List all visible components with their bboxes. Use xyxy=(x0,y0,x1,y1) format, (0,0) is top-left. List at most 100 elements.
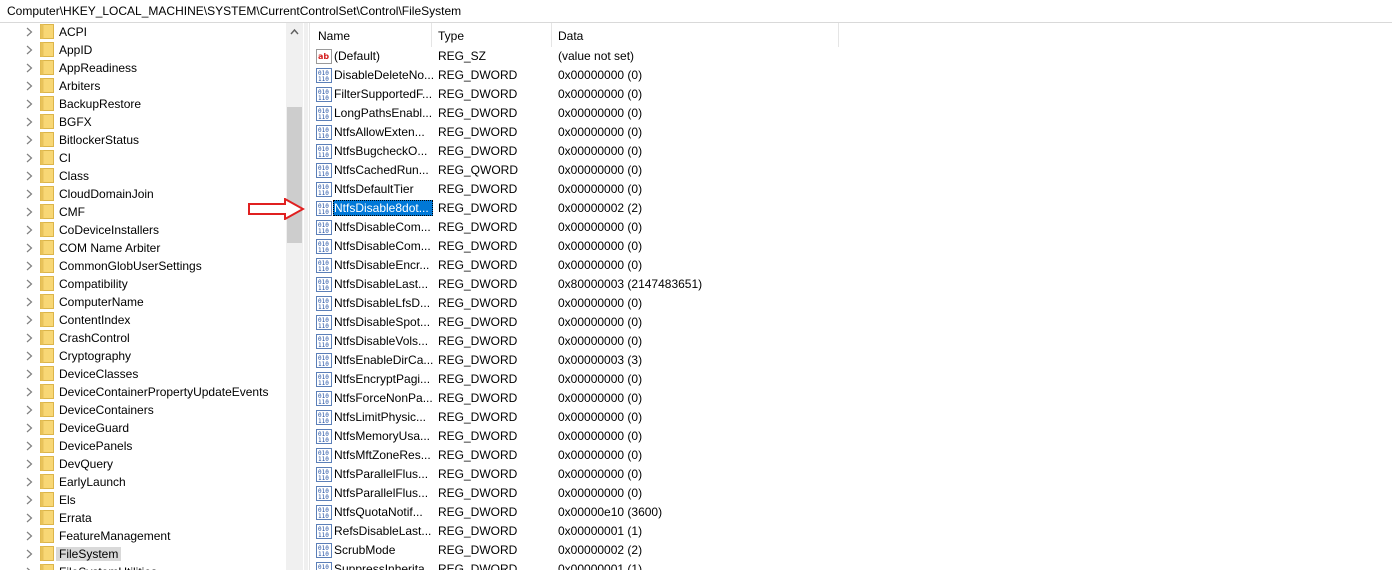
value-name[interactable]: ScrubMode xyxy=(333,542,433,558)
tree-item[interactable]: CMF xyxy=(0,203,286,221)
value-name[interactable]: NtfsEncryptPagi... xyxy=(333,371,433,387)
tree-item[interactable]: AppID xyxy=(0,41,286,59)
tree-scrollbar[interactable] xyxy=(286,23,303,570)
tree-item[interactable]: BitlockerStatus xyxy=(0,131,286,149)
value-row[interactable]: 010 110 NtfsQuotaNotif... REG_DWORD 0x00000e… xyxy=(310,503,1392,522)
value-row[interactable]: 010 110 NtfsCachedRun... REG_QWORD 0x0000000… xyxy=(310,161,1392,180)
column-divider[interactable] xyxy=(551,23,552,47)
value-row[interactable]: 010 110 NtfsDisableEncr... REG_DWORD 0x00000… xyxy=(310,256,1392,275)
value-row[interactable]: 010 110 NtfsDisableLast... REG_DWORD 0x80000… xyxy=(310,275,1392,294)
chevron-right-icon[interactable] xyxy=(25,225,34,235)
scroll-up-icon[interactable] xyxy=(290,28,299,35)
chevron-right-icon[interactable] xyxy=(25,207,34,217)
value-name[interactable]: NtfsAllowExten... xyxy=(333,124,433,140)
chevron-right-icon[interactable] xyxy=(25,243,34,253)
tree-item[interactable]: DevicePanels xyxy=(0,437,286,455)
tree-item[interactable]: DeviceClasses xyxy=(0,365,286,383)
value-name[interactable]: NtfsLimitPhysic... xyxy=(333,409,433,425)
value-row[interactable]: 010 110 NtfsEnableDirCa... REG_DWORD 0x00000… xyxy=(310,351,1392,370)
value-name[interactable]: SuppressInherita... xyxy=(333,561,433,570)
value-row[interactable]: 010 110 NtfsDisable8dot... REG_DWORD 0x00000… xyxy=(310,199,1392,218)
tree-item[interactable]: CI xyxy=(0,149,286,167)
value-name[interactable]: RefsDisableLast... xyxy=(333,523,433,539)
value-name[interactable]: NtfsCachedRun... xyxy=(333,162,433,178)
chevron-right-icon[interactable] xyxy=(25,513,34,523)
value-name[interactable]: NtfsParallelFlus... xyxy=(333,485,433,501)
tree-item[interactable]: FileSystem xyxy=(0,545,286,563)
tree-item[interactable]: COM Name Arbiter xyxy=(0,239,286,257)
tree-item[interactable]: Els xyxy=(0,491,286,509)
tree-item[interactable]: CrashControl xyxy=(0,329,286,347)
tree-item[interactable]: CloudDomainJoin xyxy=(0,185,286,203)
tree-item[interactable]: Errata xyxy=(0,509,286,527)
chevron-right-icon[interactable] xyxy=(25,549,34,559)
chevron-right-icon[interactable] xyxy=(25,333,34,343)
chevron-right-icon[interactable] xyxy=(25,261,34,271)
tree-item[interactable]: ACPI xyxy=(0,23,286,41)
chevron-right-icon[interactable] xyxy=(25,459,34,469)
value-row[interactable]: 010 110 NtfsDefaultTier REG_DWORD 0x00000000… xyxy=(310,180,1392,199)
tree-item[interactable]: Arbiters xyxy=(0,77,286,95)
value-name[interactable]: NtfsDisableCom... xyxy=(333,238,433,254)
tree-item[interactable]: ContentIndex xyxy=(0,311,286,329)
value-name[interactable]: NtfsDefaultTier xyxy=(333,181,433,197)
chevron-right-icon[interactable] xyxy=(25,405,34,415)
value-row[interactable]: 010 110 NtfsDisableSpot... REG_DWORD 0x00000… xyxy=(310,313,1392,332)
tree-item[interactable]: DeviceGuard xyxy=(0,419,286,437)
tree-item[interactable]: BackupRestore xyxy=(0,95,286,113)
value-name[interactable]: NtfsDisableLfsD... xyxy=(333,295,433,311)
chevron-right-icon[interactable] xyxy=(25,27,34,37)
value-row[interactable]: 010110SuppressInherita... REG_DWORD 0x0000… xyxy=(310,560,1392,570)
value-row[interactable]: 010 110 NtfsEncryptPagi... REG_DWORD 0x00000… xyxy=(310,370,1392,389)
value-name[interactable]: NtfsDisable8dot... xyxy=(333,200,433,216)
value-name[interactable]: NtfsMemoryUsa... xyxy=(333,428,433,444)
value-name[interactable]: FilterSupportedF... xyxy=(333,86,433,102)
value-name[interactable]: NtfsMftZoneRes... xyxy=(333,447,433,463)
tree-item[interactable]: CoDeviceInstallers xyxy=(0,221,286,239)
column-data[interactable]: Data xyxy=(558,29,583,43)
chevron-right-icon[interactable] xyxy=(25,369,34,379)
column-divider[interactable] xyxy=(838,23,839,47)
tree-item[interactable]: DeviceContainers xyxy=(0,401,286,419)
chevron-right-icon[interactable] xyxy=(25,117,34,127)
value-row[interactable]: 010 110 NtfsParallelFlus... REG_DWORD 0x0000… xyxy=(310,484,1392,503)
chevron-right-icon[interactable] xyxy=(25,135,34,145)
value-name[interactable]: NtfsParallelFlus... xyxy=(333,466,433,482)
value-row[interactable]: 010 110 NtfsDisableLfsD... REG_DWORD 0x00000… xyxy=(310,294,1392,313)
value-name[interactable]: LongPathsEnabl... xyxy=(333,105,433,121)
tree-item[interactable]: CommonGlobUserSettings xyxy=(0,257,286,275)
key-tree[interactable]: ACPI AppID AppReadiness Arbiters BackupResto… xyxy=(0,23,304,570)
chevron-right-icon[interactable] xyxy=(25,99,34,109)
value-name[interactable]: NtfsDisableLast... xyxy=(333,276,433,292)
tree-item[interactable]: FileSystemUtilities xyxy=(0,563,286,570)
value-name[interactable]: NtfsDisableSpot... xyxy=(333,314,433,330)
column-name[interactable]: Name xyxy=(318,29,350,43)
value-row[interactable]: 010 110 NtfsMemoryUsa... REG_DWORD 0x0000000… xyxy=(310,427,1392,446)
chevron-right-icon[interactable] xyxy=(25,189,34,199)
value-name[interactable]: NtfsForceNonPa... xyxy=(333,390,433,406)
column-divider[interactable] xyxy=(431,23,432,47)
value-row[interactable]: 010 110 NtfsDisableCom... REG_DWORD 0x000000… xyxy=(310,218,1392,237)
values-pane[interactable]: Name Type Data ab (Default) REG_SZ (value n… xyxy=(309,23,1392,570)
tree-item[interactable]: DevQuery xyxy=(0,455,286,473)
chevron-right-icon[interactable] xyxy=(25,297,34,307)
chevron-right-icon[interactable] xyxy=(25,477,34,487)
tree-item[interactable]: EarlyLaunch xyxy=(0,473,286,491)
chevron-right-icon[interactable] xyxy=(25,387,34,397)
value-row[interactable]: 010 110 NtfsParallelFlus... REG_DWORD 0x0000… xyxy=(310,465,1392,484)
value-row[interactable]: 010 110 NtfsDisableCom... REG_DWORD 0x000000… xyxy=(310,237,1392,256)
chevron-right-icon[interactable] xyxy=(25,171,34,181)
tree-item[interactable]: BGFX xyxy=(0,113,286,131)
chevron-right-icon[interactable] xyxy=(25,153,34,163)
chevron-right-icon[interactable] xyxy=(25,45,34,55)
value-name[interactable]: NtfsDisableCom... xyxy=(333,219,433,235)
value-row[interactable]: 010 110 ScrubMode REG_DWORD 0x00000002 (2) xyxy=(310,541,1392,560)
tree-item[interactable]: AppReadiness xyxy=(0,59,286,77)
chevron-right-icon[interactable] xyxy=(25,423,34,433)
tree-item[interactable]: Class xyxy=(0,167,286,185)
value-name[interactable]: NtfsDisableEncr... xyxy=(333,257,433,273)
value-row[interactable]: ab (Default) REG_SZ (value not set) xyxy=(310,47,1392,66)
value-name[interactable]: DisableDeleteNo... xyxy=(333,67,433,83)
tree-item[interactable]: Compatibility xyxy=(0,275,286,293)
tree-item[interactable]: ComputerName xyxy=(0,293,286,311)
